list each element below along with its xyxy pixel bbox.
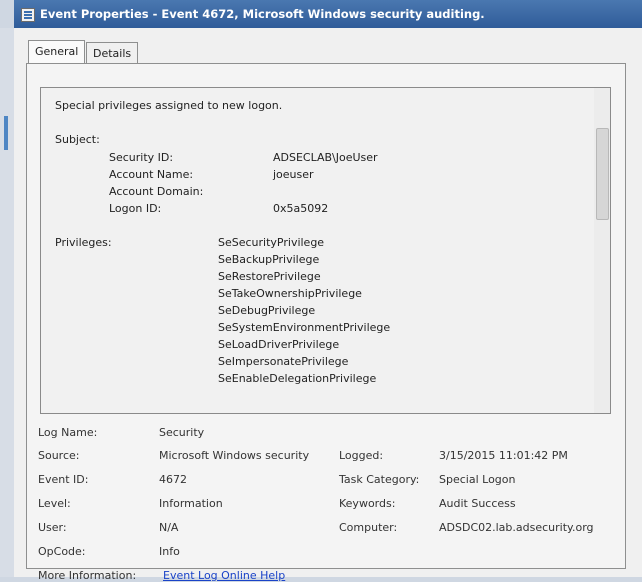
log-name-label: Log Name: [38, 426, 98, 439]
computer-label: Computer: [339, 521, 398, 534]
event-description-box[interactable]: Special privileges assigned to new logon… [40, 87, 611, 414]
level-value[interactable]: Information [159, 497, 223, 510]
logon-id-label: Logon ID: [109, 202, 162, 215]
general-tab-page: Special privileges assigned to new logon… [26, 63, 626, 582]
source-value[interactable]: Microsoft Windows security [159, 449, 309, 462]
logged-label: Logged: [339, 449, 384, 462]
account-domain-label: Account Domain: [109, 185, 204, 198]
privilege-item: SeSystemEnvironmentPrivilege [218, 321, 391, 334]
description-text: Special privileges assigned to new logon… [55, 99, 283, 112]
description-scrollbar[interactable] [594, 88, 610, 413]
tab-details[interactable]: Details [86, 42, 139, 65]
log-name-value[interactable]: Security [159, 426, 204, 439]
more-information-label: More Information: [38, 569, 137, 582]
security-id-label: Security ID: [109, 151, 174, 164]
opcode-label: OpCode: [38, 545, 86, 558]
event-id-label: Event ID: [38, 473, 89, 486]
window-title: Event Properties - Event 4672, Microsoft… [40, 7, 485, 21]
event-properties-icon [21, 8, 35, 22]
keywords-value[interactable]: Audit Success [439, 497, 516, 510]
title-bar[interactable]: Event Properties - Event 4672, Microsoft… [14, 0, 642, 28]
user-label: User: [38, 521, 67, 534]
source-label: Source: [38, 449, 80, 462]
account-name-label: Account Name: [109, 168, 194, 181]
privilege-item: SeTakeOwnershipPrivilege [218, 287, 362, 300]
logged-value[interactable]: 3/15/2015 11:01:42 PM [439, 449, 568, 462]
task-category-value[interactable]: Special Logon [439, 473, 515, 486]
privilege-item: SeSecurityPrivilege [218, 236, 325, 249]
logon-id-value: 0x5a5092 [273, 202, 329, 215]
privilege-item: SeRestorePrivilege [218, 270, 321, 283]
background-accent [4, 116, 8, 150]
privilege-item: SeBackupPrivilege [218, 253, 320, 266]
subject-label: Subject: [55, 133, 100, 146]
privilege-item: SeLoadDriverPrivilege [218, 338, 340, 351]
user-value[interactable]: N/A [159, 521, 178, 534]
privilege-item: SeEnableDelegationPrivilege [218, 372, 377, 385]
privilege-item: SeDebugPrivilege [218, 304, 316, 317]
privileges-label: Privileges: [55, 236, 112, 249]
task-category-label: Task Category: [339, 473, 420, 486]
keywords-label: Keywords: [339, 497, 396, 510]
security-id-value: ADSECLAB\JoeUser [273, 151, 378, 164]
event-properties-window: General Details Special privileges assig… [14, 28, 642, 582]
event-id-value[interactable]: 4672 [159, 473, 187, 486]
tab-general[interactable]: General [28, 40, 86, 65]
event-log-online-help-link[interactable]: Event Log Online Help [163, 569, 285, 582]
scrollbar-thumb[interactable] [596, 128, 609, 220]
background-strip [0, 28, 14, 577]
level-label: Level: [38, 497, 71, 510]
privilege-item: SeImpersonatePrivilege [218, 355, 349, 368]
opcode-value[interactable]: Info [159, 545, 180, 558]
account-name-value: joeuser [273, 168, 314, 181]
computer-value[interactable]: ADSDC02.lab.adsecurity.org [439, 521, 594, 534]
